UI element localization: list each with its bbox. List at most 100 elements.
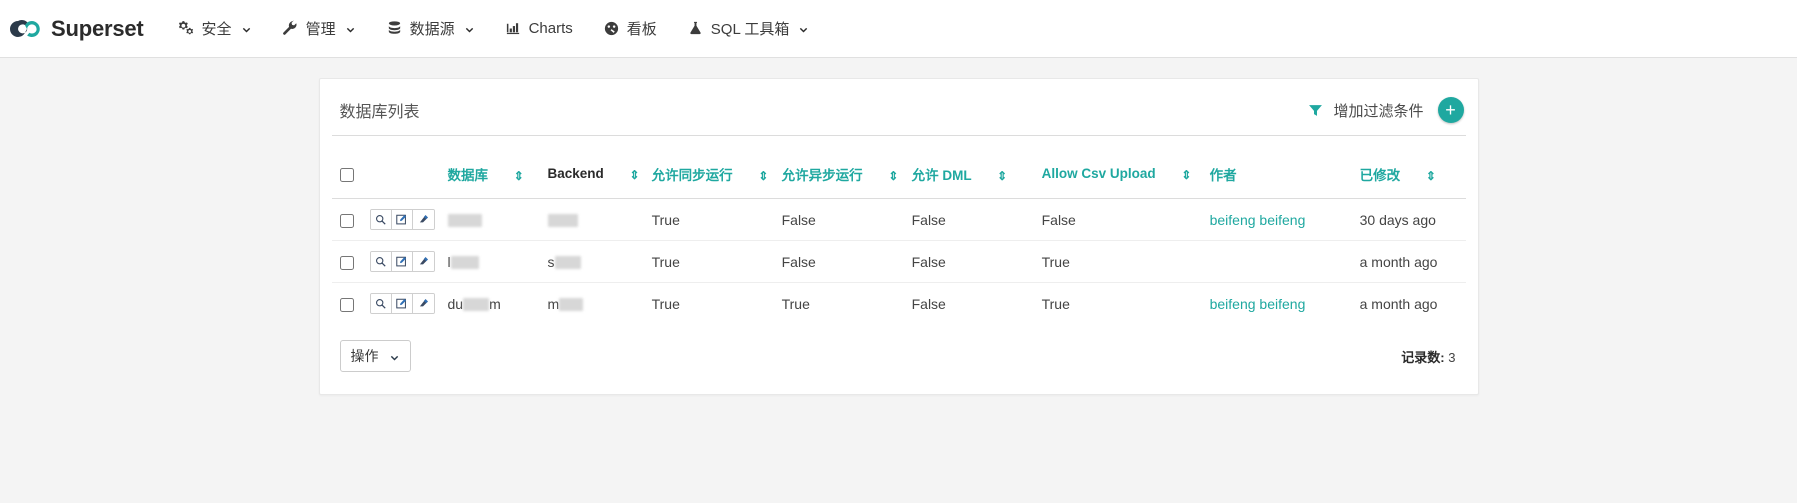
sort-updown-icon[interactable]: ⇕ xyxy=(888,169,898,183)
row-action-group xyxy=(369,209,435,230)
view-record-button[interactable] xyxy=(370,210,392,229)
record-count-label: 记录数: xyxy=(1401,349,1445,365)
database-icon xyxy=(386,20,403,37)
bar-chart-icon xyxy=(505,20,522,37)
nav-item-label: 看板 xyxy=(626,21,657,38)
sort-updown-icon[interactable]: ⇕ xyxy=(514,169,524,183)
header-allow-dml[interactable]: 允许 DML ⇕ xyxy=(906,158,1036,199)
sort-updown-icon[interactable]: ⇕ xyxy=(630,168,640,182)
header-allow-run-sync[interactable]: 允许同步运行 ⇕ xyxy=(646,158,776,199)
page-title: 数据库列表 xyxy=(339,104,420,121)
row-select-cell xyxy=(331,240,364,283)
table-body: True False False False beifeng beifeng 3… xyxy=(331,198,1466,324)
view-record-button[interactable] xyxy=(370,252,392,271)
row-actions-cell xyxy=(363,282,442,324)
nav-item-sql-lab[interactable]: SQL 工具箱 xyxy=(675,12,822,45)
nav-item-label: SQL 工具箱 xyxy=(710,21,790,38)
cell-owner: beifeng beifeng xyxy=(1203,282,1354,324)
cell-backend xyxy=(541,198,646,241)
database-list-table: 数据库 ⇕ Backend ⇕ 允许同步运行 ⇕ 允许异步运行 ⇕ 允许 DML… xyxy=(331,158,1466,324)
add-filter-label: 增加过滤条件 xyxy=(1333,102,1424,120)
row-checkbox[interactable] xyxy=(339,255,354,270)
bulk-actions-dropdown[interactable]: 操作 xyxy=(339,340,411,372)
top-navbar: Superset 安全 管理 数据源 Charts 看板 SQL 工具箱 xyxy=(0,0,1797,58)
nav-item-datasources[interactable]: 数据源 xyxy=(374,12,487,45)
header-allow-csv-upload[interactable]: Allow Csv Upload ⇕ xyxy=(1036,158,1204,199)
row-action-group xyxy=(369,251,435,272)
gears-icon xyxy=(178,20,195,37)
table-row: l s True False False True a month ago xyxy=(331,240,1466,283)
edit-record-button[interactable] xyxy=(391,294,413,313)
brand-name: Superset xyxy=(51,15,144,41)
row-checkbox[interactable] xyxy=(339,297,354,312)
brand-home-link[interactable]: Superset xyxy=(8,16,144,42)
cell-allow-csv-upload: False xyxy=(1035,198,1204,241)
cell-modified: 30 days ago xyxy=(1353,198,1466,241)
table-head: 数据库 ⇕ Backend ⇕ 允许同步运行 ⇕ 允许异步运行 ⇕ 允许 DML… xyxy=(332,158,1466,199)
owner-link[interactable]: beifeng beifeng xyxy=(1210,212,1306,228)
sort-updown-icon[interactable]: ⇕ xyxy=(997,169,1007,183)
cell-owner: beifeng beifeng xyxy=(1203,198,1354,241)
cell-owner xyxy=(1203,240,1354,283)
chevron-down-icon xyxy=(798,23,809,34)
cell-allow-run-sync: True xyxy=(645,240,776,283)
record-count: 记录数: 3 xyxy=(1401,347,1461,366)
header-backend[interactable]: Backend ⇕ xyxy=(542,158,646,199)
cell-allow-dml: False xyxy=(905,240,1036,283)
row-action-group xyxy=(369,293,435,314)
add-filter-button[interactable]: 增加过滤条件 xyxy=(1308,100,1424,121)
bulk-actions-label: 操作 xyxy=(350,348,379,364)
header-owner[interactable]: 作者 xyxy=(1204,158,1354,199)
navbar-items: 安全 管理 数据源 Charts 看板 SQL 工具箱 xyxy=(166,12,828,45)
chevron-down-icon xyxy=(464,23,475,34)
sort-updown-icon[interactable]: ⇕ xyxy=(758,169,768,183)
delete-record-button[interactable] xyxy=(412,210,434,229)
header-allow-run-async[interactable]: 允许异步运行 ⇕ xyxy=(776,158,906,199)
cell-modified: a month ago xyxy=(1353,282,1466,324)
chevron-down-icon xyxy=(241,23,252,34)
sort-updown-icon[interactable]: ⇕ xyxy=(1426,169,1436,183)
chevron-down-icon xyxy=(345,23,356,34)
owner-link[interactable]: beifeng beifeng xyxy=(1210,296,1306,312)
panel-header-actions: 增加过滤条件 + xyxy=(1308,97,1464,123)
infinity-logo-icon xyxy=(8,19,42,39)
sort-updown-icon[interactable]: ⇕ xyxy=(1181,168,1191,182)
select-all-checkbox[interactable] xyxy=(339,167,354,182)
add-database-button[interactable]: + xyxy=(1437,97,1464,123)
header-database[interactable]: 数据库 ⇕ xyxy=(442,158,542,199)
table-header-row: 数据库 ⇕ Backend ⇕ 允许同步运行 ⇕ 允许异步运行 ⇕ 允许 DML… xyxy=(332,158,1466,199)
dashboard-gauge-icon xyxy=(603,20,620,37)
nav-item-security[interactable]: 安全 xyxy=(166,12,264,45)
wrench-icon xyxy=(282,20,299,37)
header-actions xyxy=(364,158,442,199)
database-name-suffix: m xyxy=(489,295,501,312)
delete-record-button[interactable] xyxy=(412,294,434,313)
chevron-down-icon xyxy=(389,351,400,362)
panel-footer: 操作 记录数: 3 xyxy=(332,324,1466,394)
row-checkbox[interactable] xyxy=(339,213,354,228)
row-actions-cell xyxy=(363,240,442,283)
view-record-button[interactable] xyxy=(370,294,392,313)
cell-allow-csv-upload: True xyxy=(1035,282,1204,324)
nav-item-label: Charts xyxy=(528,20,573,37)
cell-allow-run-async: True xyxy=(775,282,906,324)
nav-item-manage[interactable]: 管理 xyxy=(270,12,368,45)
header-select-all xyxy=(332,158,364,199)
cell-allow-csv-upload: True xyxy=(1035,240,1204,283)
nav-item-charts[interactable]: Charts xyxy=(493,14,585,43)
row-select-cell xyxy=(331,282,364,324)
cell-modified: a month ago xyxy=(1353,240,1466,283)
redacted-value xyxy=(547,214,578,228)
cell-allow-run-async: False xyxy=(775,198,906,241)
redacted-value xyxy=(559,298,584,312)
header-modified[interactable]: 已修改 ⇕ xyxy=(1354,158,1466,199)
edit-record-button[interactable] xyxy=(391,252,413,271)
redacted-value xyxy=(447,214,482,228)
redacted-value xyxy=(463,298,490,312)
cell-backend: s xyxy=(541,240,646,283)
row-actions-cell xyxy=(363,198,442,241)
delete-record-button[interactable] xyxy=(412,252,434,271)
cell-database: l xyxy=(441,240,542,283)
edit-record-button[interactable] xyxy=(391,210,413,229)
nav-item-dashboards[interactable]: 看板 xyxy=(591,12,669,45)
